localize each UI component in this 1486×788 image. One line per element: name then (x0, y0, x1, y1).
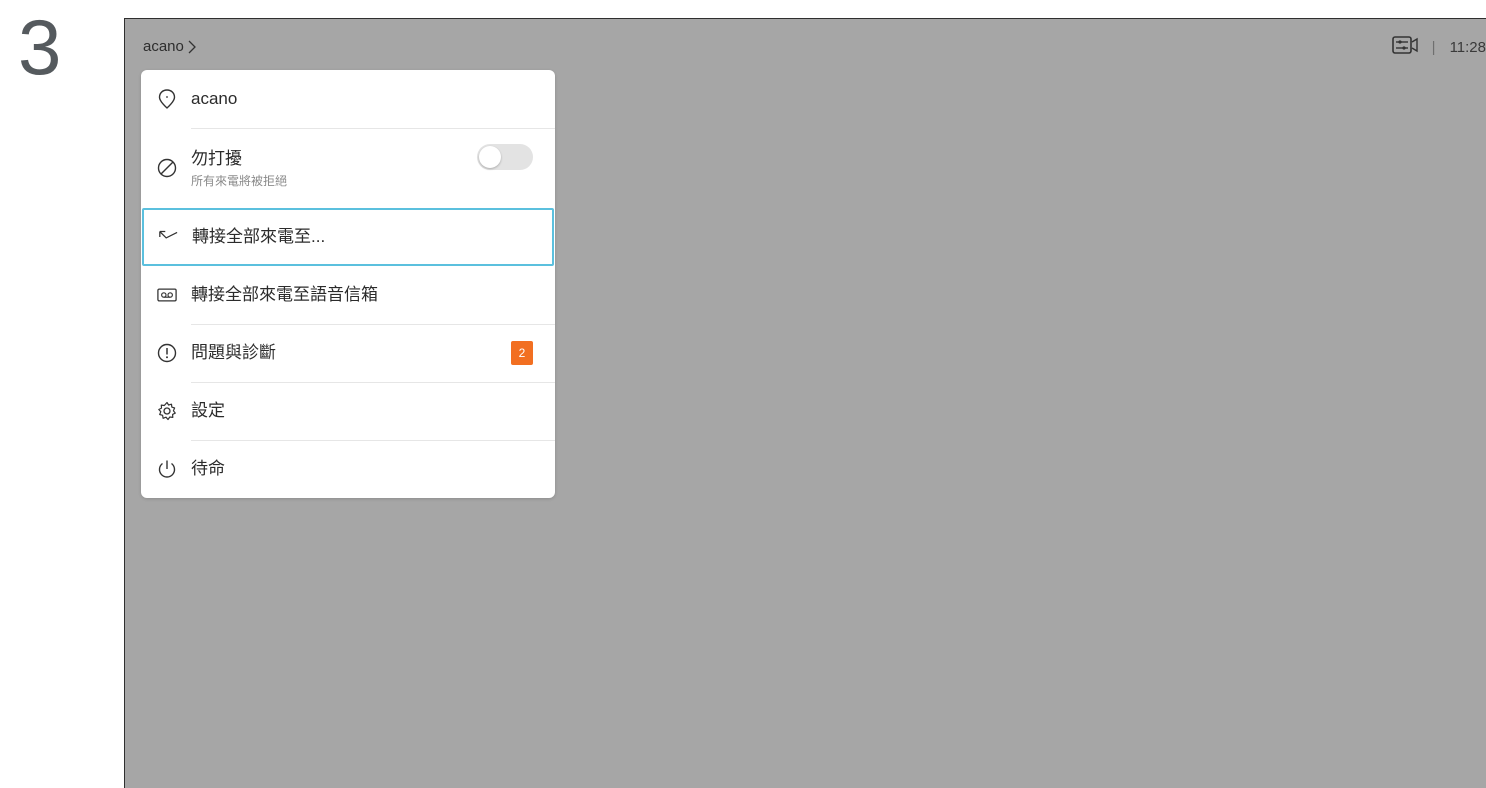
location-pin-icon (157, 89, 177, 109)
menu-item-forward-all-calls[interactable]: 轉接全部來電至... (142, 208, 554, 266)
menu-item-label: 轉接全部來電至... (192, 227, 326, 246)
do-not-disturb-toggle[interactable] (477, 144, 533, 170)
voicemail-icon (157, 285, 177, 305)
menu-item-issues-diagnostics[interactable]: 問題與診斷 2 (141, 324, 555, 382)
do-not-disturb-icon (157, 158, 177, 178)
menu-item-forward-to-voicemail[interactable]: 轉接全部來電至語音信箱 (141, 266, 555, 324)
menu-item-label: 轉接全部來電至語音信箱 (191, 285, 378, 304)
menu-item-label: acano (191, 89, 238, 108)
menu-item-sublabel: 所有來電將被拒絕 (191, 173, 288, 188)
device-screen: acano | 11:28 acano 勿打擾 所有來電將被拒絕 轉接全部來電至… (124, 18, 1486, 788)
status-area: | 11:28 (1391, 36, 1486, 58)
menu-item-location[interactable]: acano (141, 70, 555, 128)
status-separator: | (1431, 38, 1436, 56)
menu-item-label: 勿打擾 (191, 148, 242, 168)
menu-item-label: 待命 (191, 459, 225, 478)
clock: 11:28 (1449, 38, 1486, 56)
camera-settings-icon[interactable] (1391, 36, 1418, 58)
forward-call-icon (158, 227, 178, 247)
chevron-right-icon (187, 40, 197, 54)
menu-item-label: 設定 (191, 401, 225, 420)
device-name-button[interactable]: acano (143, 38, 197, 55)
gear-icon (157, 401, 177, 421)
menu-item-do-not-disturb[interactable]: 勿打擾 所有來電將被拒絕 (141, 128, 555, 208)
menu-item-standby[interactable]: 待命 (141, 440, 555, 498)
menu-item-settings[interactable]: 設定 (141, 382, 555, 440)
alert-icon (157, 343, 177, 363)
toggle-knob (479, 146, 501, 168)
top-bar: acano | 11:28 (125, 19, 1486, 75)
issues-count-badge: 2 (511, 341, 533, 365)
device-name-label: acano (143, 38, 184, 55)
device-menu-panel: acano 勿打擾 所有來電將被拒絕 轉接全部來電至... 轉接全部來電至語音信… (141, 70, 555, 498)
menu-item-label: 問題與診斷 (191, 343, 276, 362)
step-number: 3 (18, 3, 62, 91)
standby-icon (157, 459, 177, 479)
